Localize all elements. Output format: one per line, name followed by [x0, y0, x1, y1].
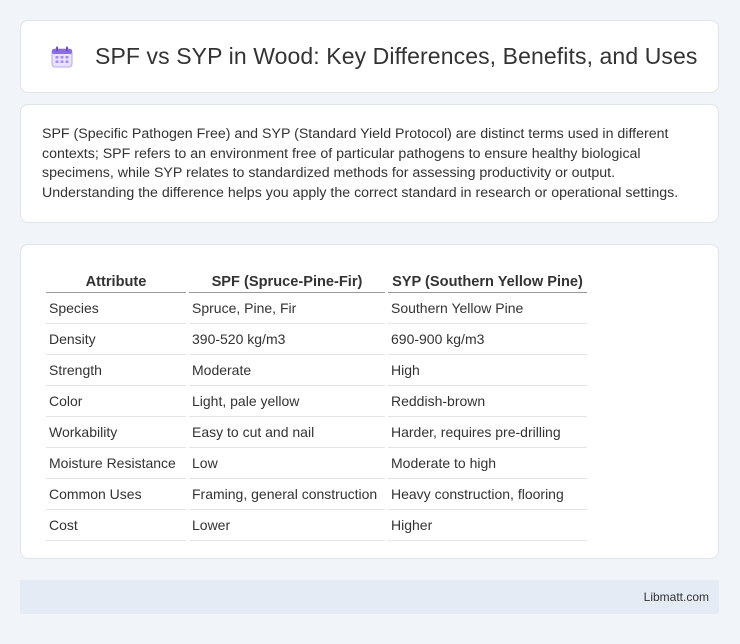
row-spf-value: Lower [189, 510, 385, 541]
intro-text: SPF (Specific Pathogen Free) and SYP (St… [42, 126, 679, 201]
row-attribute: Species [46, 293, 186, 324]
row-syp-value: 690-900 kg/m3 [388, 324, 587, 355]
row-syp-value: High [388, 355, 587, 386]
table-row: Species Spruce, Pine, Fir Southern Yello… [46, 293, 587, 324]
header-spf: SPF (Spruce-Pine-Fir) [189, 265, 385, 293]
comparison-table: Attribute SPF (Spruce-Pine-Fir) SYP (Sou… [43, 265, 590, 541]
row-attribute: Strength [46, 355, 186, 386]
row-attribute: Workability [46, 417, 186, 448]
intro-card: SPF (Specific Pathogen Free) and SYP (St… [20, 104, 719, 223]
table-row: Moisture Resistance Low Moderate to high [46, 448, 587, 479]
row-spf-value: Framing, general construction [189, 479, 385, 510]
footer-brand-link[interactable]: Libmatt.com [644, 590, 709, 604]
table-row: Strength Moderate High [46, 355, 587, 386]
page-title: SPF vs SYP in Wood: Key Differences, Ben… [95, 43, 698, 69]
row-spf-value: Moderate [189, 355, 385, 386]
footer: Libmatt.com [20, 580, 719, 614]
row-syp-value: Harder, requires pre-drilling [388, 417, 587, 448]
header-attribute: Attribute [46, 265, 186, 293]
row-spf-value: Easy to cut and nail [189, 417, 385, 448]
row-attribute: Common Uses [46, 479, 186, 510]
row-attribute: Cost [46, 510, 186, 541]
table-row: Common Uses Framing, general constructio… [46, 479, 587, 510]
table-header-row: Attribute SPF (Spruce-Pine-Fir) SYP (Sou… [46, 265, 587, 293]
row-spf-value: Low [189, 448, 385, 479]
row-spf-value: 390-520 kg/m3 [189, 324, 385, 355]
calendar-icon [49, 44, 75, 70]
row-syp-value: Heavy construction, flooring [388, 479, 587, 510]
table-row: Cost Lower Higher [46, 510, 587, 541]
table-row: Density 390-520 kg/m3 690-900 kg/m3 [46, 324, 587, 355]
row-syp-value: Reddish-brown [388, 386, 587, 417]
header-syp: SYP (Southern Yellow Pine) [388, 265, 587, 293]
row-spf-value: Spruce, Pine, Fir [189, 293, 385, 324]
row-spf-value: Light, pale yellow [189, 386, 385, 417]
row-attribute: Moisture Resistance [46, 448, 186, 479]
table-row: Workability Easy to cut and nail Harder,… [46, 417, 587, 448]
row-syp-value: Southern Yellow Pine [388, 293, 587, 324]
title-card: SPF vs SYP in Wood: Key Differences, Ben… [20, 20, 719, 93]
table-row: Color Light, pale yellow Reddish-brown [46, 386, 587, 417]
row-attribute: Density [46, 324, 186, 355]
row-syp-value: Higher [388, 510, 587, 541]
row-syp-value: Moderate to high [388, 448, 587, 479]
comparison-card: Attribute SPF (Spruce-Pine-Fir) SYP (Sou… [20, 244, 719, 559]
row-attribute: Color [46, 386, 186, 417]
